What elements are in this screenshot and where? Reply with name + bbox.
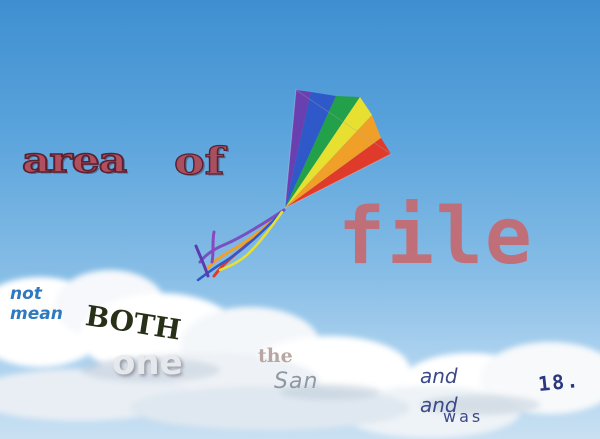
overlay-word-san: San [274, 369, 319, 394]
overlay-word-mean: mean [10, 304, 63, 325]
overlay-word-file: file [338, 192, 534, 282]
overlay-word-the: the [258, 345, 293, 367]
overlay-word-was: was [443, 407, 484, 426]
overlay-word-of: of [173, 138, 225, 183]
overlay-word-area: area [21, 140, 128, 181]
overlay-word-18: 18. [536, 367, 582, 397]
overlay-word-one: one [112, 343, 183, 383]
sky-photo: area of file not mean one BOTH the San a… [0, 0, 600, 439]
overlay-word-not: not [10, 284, 42, 304]
overlay-words-not-mean: not mean [10, 284, 63, 325]
overlay-word-and-1: and [420, 364, 458, 388]
